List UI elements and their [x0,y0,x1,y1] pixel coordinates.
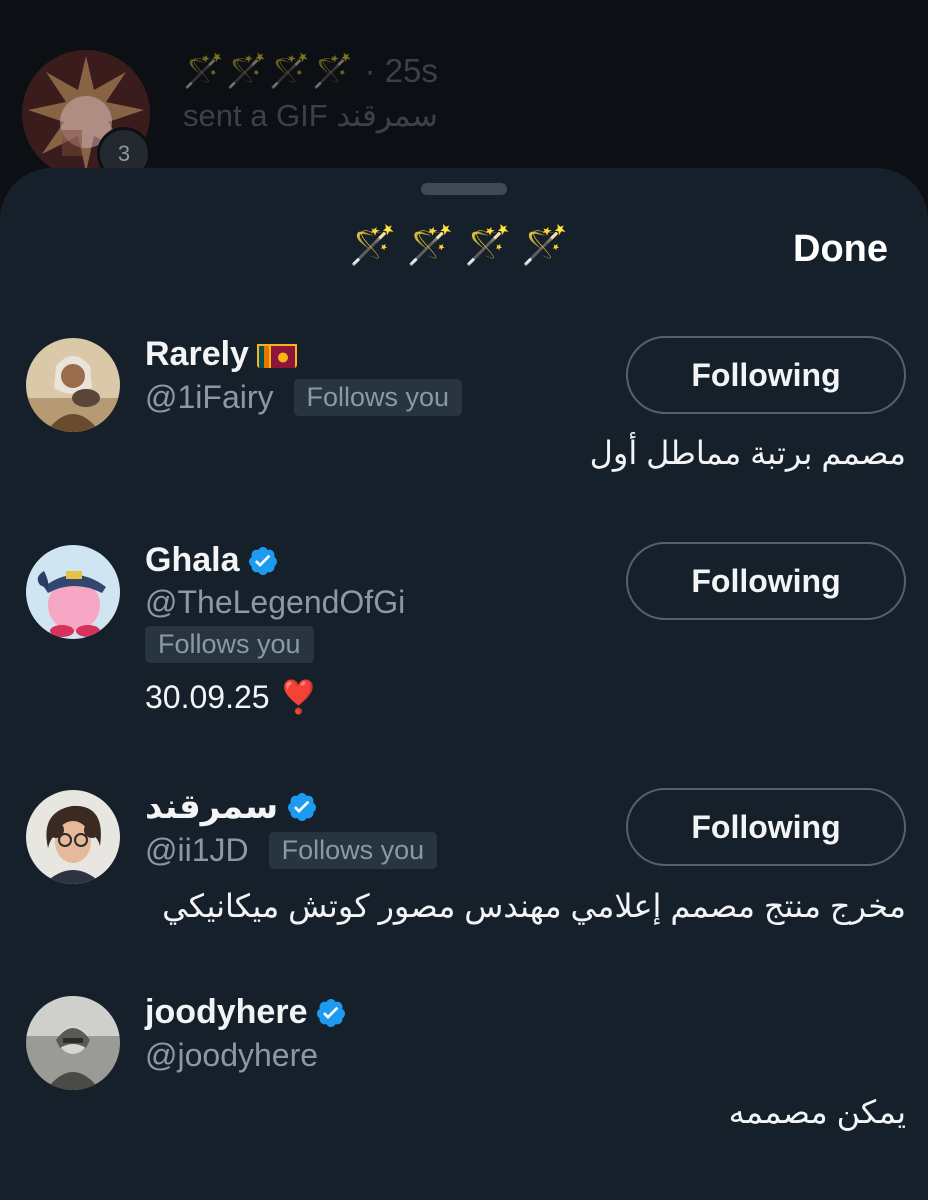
verified-badge-icon [247,545,279,577]
following-button[interactable]: Following [626,788,906,866]
user-handle: @TheLegendOfGi [145,584,406,620]
user-bio: مصمم برتبة مماطل أول [589,435,906,471]
user-name-line: joodyhere [145,993,347,1032]
verified-badge-icon [315,997,347,1029]
user-handle-line: @ii1JD Follows you [145,832,438,869]
user-name: Rarely [145,335,249,373]
user-name-line: سمرقند [145,787,318,827]
user-name: Ghala [145,541,240,579]
sheet-drag-handle[interactable] [421,183,507,195]
conversation-preview: sent a GIF سمرقند [183,98,438,133]
user-handle: @joodyhere [145,1037,319,1073]
follows-you-badge: Follows you [268,832,438,869]
magic-wand-icon: 🪄🪄🪄🪄 [183,52,356,89]
user-handle-line: @joodyhere [145,1037,318,1074]
following-button[interactable]: Following [626,336,906,414]
user-bio: 30.09.25 ❣️ [145,679,319,715]
follows-you-badge: Follows you [293,379,463,416]
user-avatar[interactable] [26,996,120,1090]
user-handle-line: @TheLegendOfGi [145,584,405,621]
sri-lanka-flag-icon [256,341,297,368]
user-name-line: Ghala [145,541,279,580]
user-name: سمرقند [145,788,279,826]
user-avatar[interactable] [26,790,120,884]
done-button[interactable]: Done [793,228,888,271]
follows-you-line: Follows you [145,626,314,663]
user-bio: مخرج منتج مصمم إعلامي مهندس مصور كوتش مي… [162,888,906,924]
user-name-line: Rarely [145,335,297,374]
verified-badge-icon [286,791,318,823]
sheet-title: 🪄🪄🪄🪄 [349,225,579,267]
conversation-title: 🪄🪄🪄🪄 · 25s [183,52,438,91]
user-bio: يمكن مصممه [728,1094,906,1130]
user-handle: @ii1JD [145,832,249,868]
user-handle: @1iFairy [145,379,274,415]
conversation-time: · 25s [364,52,438,89]
follows-you-badge: Follows you [145,626,314,663]
user-avatar[interactable] [26,545,120,639]
user-handle-line: @1iFairy Follows you [145,379,463,416]
following-button[interactable]: Following [626,542,906,620]
user-name: joodyhere [145,993,308,1031]
user-avatar[interactable] [26,338,120,432]
reactions-sheet: 🪄🪄🪄🪄 Done Rarely @1iFairy Follows you Fo… [0,168,928,1200]
